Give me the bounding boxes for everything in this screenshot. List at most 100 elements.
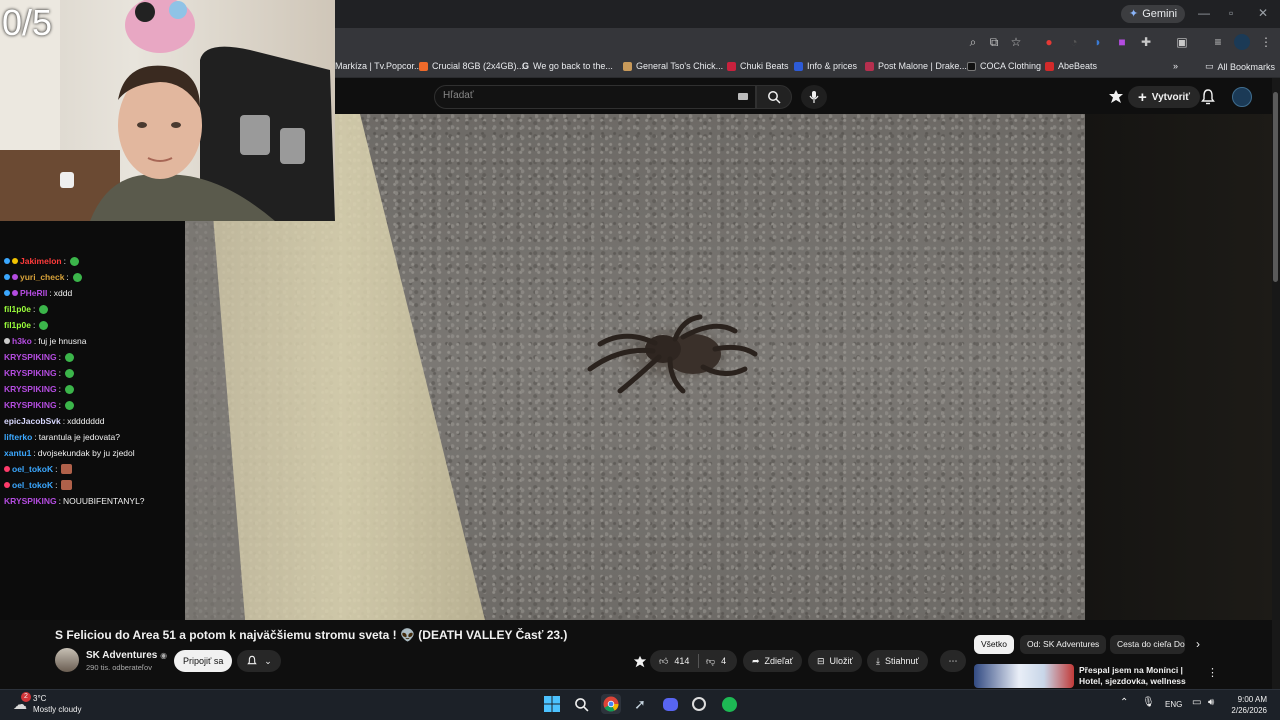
discord-icon[interactable] bbox=[660, 694, 680, 714]
close-icon[interactable]: ✕ bbox=[1258, 6, 1268, 20]
bookmark-item[interactable]: Info & prices bbox=[794, 61, 857, 71]
scrollbar-thumb[interactable] bbox=[1273, 92, 1278, 282]
google-icon: G bbox=[522, 61, 530, 71]
minimize-icon[interactable]: — bbox=[1198, 6, 1210, 20]
tarantula bbox=[587, 314, 758, 394]
taskbar-clock[interactable]: 9:00 AM 2/26/2026 bbox=[1225, 694, 1267, 716]
recommendation-title[interactable]: Přespal jsem na Monínci | Hotel, sjezdov… bbox=[1079, 665, 1204, 687]
video-title: S Feliciou do Area 51 a potom k najväčši… bbox=[55, 628, 568, 642]
volume-icon[interactable]: 🔊︎ bbox=[1208, 697, 1214, 708]
join-button[interactable]: Pripojiť sa bbox=[174, 650, 233, 672]
emote-icon bbox=[72, 272, 82, 282]
bookmark-item[interactable]: Markíza | Tv.Popcor... bbox=[335, 61, 422, 71]
chat-message: lifterko: tarantula je jedovata? bbox=[4, 432, 120, 442]
install-icon[interactable]: ⧉ bbox=[986, 34, 1002, 50]
bookmark-item[interactable]: Crucial 8GB (2x4GB)... bbox=[419, 61, 524, 71]
download-button[interactable]: ⤓ Stiahnuť bbox=[867, 650, 928, 672]
microphone-icon bbox=[809, 91, 819, 103]
bookmark-star-icon[interactable]: ☆ bbox=[1008, 34, 1024, 50]
extension-purple-icon[interactable]: ■ bbox=[1114, 34, 1130, 50]
menu-kebab-icon[interactable]: ⋮ bbox=[1258, 34, 1274, 50]
notifications-bell-icon[interactable] bbox=[1199, 88, 1217, 106]
search-button[interactable] bbox=[756, 85, 792, 109]
more-actions-button[interactable]: ⋯ bbox=[940, 650, 966, 672]
emote-icon bbox=[64, 352, 74, 362]
chevron-right-icon[interactable]: › bbox=[1196, 637, 1200, 651]
extensions-puzzle-icon[interactable]: ✚ bbox=[1138, 34, 1154, 50]
spotify-icon[interactable] bbox=[719, 694, 739, 714]
chip-all[interactable]: Všetko bbox=[974, 635, 1014, 654]
create-label: Vytvoriť bbox=[1151, 91, 1191, 103]
taskbar-search-icon[interactable] bbox=[571, 694, 591, 714]
start-icon[interactable] bbox=[542, 694, 562, 714]
channel-name[interactable]: SK Adventures ◉ bbox=[86, 650, 167, 661]
tray-overflow-icon[interactable]: ⌃ bbox=[1120, 697, 1128, 708]
bookmark-item[interactable]: AbeBeats bbox=[1045, 61, 1097, 71]
dislike-button[interactable]: 👎︎ 4 bbox=[706, 650, 726, 672]
keyboard-icon[interactable] bbox=[738, 93, 748, 100]
chat-message: fil1p0e: bbox=[4, 320, 49, 330]
clock-time: 9:00 AM bbox=[1237, 695, 1267, 704]
stream-counter: 0/5 bbox=[2, 2, 53, 43]
youtube-studio-icon[interactable] bbox=[1108, 89, 1124, 105]
obs-icon[interactable] bbox=[689, 694, 709, 714]
badge-icon bbox=[12, 274, 18, 280]
share-button[interactable]: ➦ Zdieľať bbox=[743, 650, 803, 672]
account-avatar[interactable] bbox=[1232, 87, 1252, 107]
chat-message: epicJacobSvk: xddddddd bbox=[4, 416, 105, 426]
recommendation-thumbnail[interactable] bbox=[974, 664, 1074, 688]
save-button[interactable]: ⊟ Uložiť bbox=[808, 650, 862, 672]
chip-from-channel[interactable]: Od: SK Adventures bbox=[1020, 635, 1107, 654]
input-language[interactable]: ENG bbox=[1165, 700, 1182, 709]
ask-ai-icon[interactable] bbox=[633, 655, 647, 669]
extension-red-icon[interactable]: ● bbox=[1041, 34, 1057, 50]
bookmark-item[interactable]: Post Malone | Drake... bbox=[865, 61, 967, 71]
search-placeholder: Hľadať bbox=[443, 90, 474, 101]
tray-microphone-icon[interactable]: 🎙︎ bbox=[1142, 697, 1155, 708]
bookmark-item[interactable]: G We go back to the... bbox=[522, 61, 613, 71]
chrome-icon[interactable] bbox=[601, 694, 621, 714]
bookmarks-overflow-icon[interactable]: » bbox=[1173, 61, 1178, 71]
chat-message: PHeRII: xddd bbox=[4, 288, 72, 298]
weather-temp: 3°C bbox=[33, 694, 47, 703]
thumbs-up-icon: 👍︎ bbox=[659, 655, 669, 666]
subscriber-count: 290 tis. odberateľov bbox=[86, 663, 152, 672]
screen: ✦ Gemini — ▫ ✕ ⌕ ⧉ ☆ ● ◔ ◗ ■ ✚ ▣ ≡ ⋮ Mar… bbox=[0, 0, 1280, 720]
gemini-button[interactable]: ✦ Gemini bbox=[1121, 5, 1186, 23]
gemini-icon: ✦ bbox=[1129, 8, 1139, 20]
maximize-icon[interactable]: ▫ bbox=[1229, 6, 1233, 20]
media-icon[interactable]: ≡ bbox=[1210, 34, 1226, 50]
extension-blue-icon[interactable]: ◗ bbox=[1090, 34, 1106, 50]
channel-avatar[interactable] bbox=[55, 648, 79, 672]
windows-logo-icon bbox=[544, 696, 560, 712]
emote-icon bbox=[39, 320, 49, 330]
weather-status: Mostly cloudy bbox=[33, 705, 82, 714]
like-button[interactable]: 👍︎ 414 bbox=[659, 650, 689, 672]
steam-icon[interactable]: ➚ bbox=[630, 694, 650, 714]
profile-avatar-icon[interactable] bbox=[1234, 34, 1250, 50]
plus-icon: + bbox=[1138, 88, 1147, 106]
bookmark-favicon bbox=[967, 61, 976, 71]
all-bookmarks[interactable]: ▭ All Bookmarks bbox=[1205, 61, 1275, 72]
search-input[interactable] bbox=[434, 85, 756, 109]
chat-message: oel_tokoK: bbox=[4, 480, 73, 490]
chat-message: fil1p0e: bbox=[4, 304, 49, 314]
bookmark-item[interactable]: General Tso's Chick... bbox=[623, 61, 723, 71]
gemini-label: Gemini bbox=[1142, 8, 1178, 20]
extension-gray-icon[interactable]: ◔ bbox=[1066, 34, 1082, 50]
bookmark-item[interactable]: COCA Clothing bbox=[967, 61, 1041, 71]
create-button[interactable]: + Vytvoriť bbox=[1128, 86, 1201, 108]
chat-message: KRYSPIKING: bbox=[4, 384, 74, 394]
sidepanel-icon[interactable]: ▣ bbox=[1174, 34, 1190, 50]
stream-chat: Jakimelon: yuri_check: PHeRII: xddd fil1p… bbox=[0, 221, 185, 620]
recommendation-menu-icon[interactable]: ⋮ bbox=[1207, 666, 1218, 679]
bookmark-item[interactable]: Chuki Beats bbox=[727, 61, 789, 71]
zoom-icon[interactable]: ⌕ bbox=[965, 34, 981, 50]
voice-search-button[interactable] bbox=[801, 85, 827, 109]
network-icon[interactable]: ▭ bbox=[1192, 697, 1201, 708]
like-dislike-group: 👍︎ 414 👎︎ 4 bbox=[650, 650, 737, 672]
verified-icon: ◉ bbox=[160, 651, 168, 660]
subscribed-bell-button[interactable]: ⌄ bbox=[237, 650, 281, 672]
divider bbox=[698, 654, 699, 668]
chip-related[interactable]: Cesta do cieľa Do bbox=[1110, 635, 1185, 654]
